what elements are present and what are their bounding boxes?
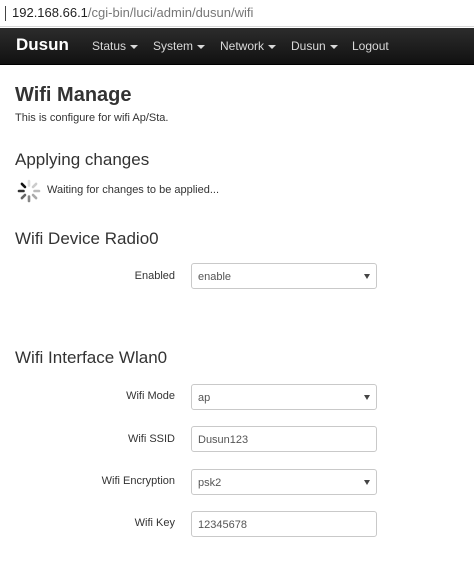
nav-network-menu[interactable]: Network [220, 39, 277, 53]
nav-system-menu[interactable]: System [153, 39, 206, 53]
loading-spinner-icon [17, 179, 41, 203]
wifi-ssid-label: Wifi SSID [127, 433, 175, 445]
nav-dusun-menu[interactable]: Dusun [291, 39, 338, 53]
wifi-mode-select[interactable]: ap [191, 384, 377, 410]
dropdown-arrow-icon [364, 274, 370, 279]
enabled-select-value: enable [198, 271, 232, 283]
text-cursor [5, 6, 6, 21]
wifi-ssid-input[interactable]: Dusun123 [191, 426, 377, 452]
page-title: Wifi Manage [15, 84, 132, 106]
wifi-key-label: Wifi Key [134, 517, 175, 529]
url-text[interactable]: 192.168.66.1/cgi-bin/luci/admin/dusun/wi… [12, 5, 253, 20]
wifi-encryption-select[interactable]: psk2 [191, 469, 377, 495]
wifi-encryption-label: Wifi Encryption [101, 475, 175, 487]
applying-heading: Applying changes [15, 150, 150, 169]
nav-dusun-label: Dusun [291, 39, 326, 53]
page-description: This is configure for wifi Ap/Sta. [15, 112, 169, 124]
wifi-mode-value: ap [198, 392, 211, 404]
dropdown-arrow-icon [364, 395, 370, 400]
chevron-down-icon [130, 44, 139, 49]
nav-logout-link[interactable]: Logout [352, 39, 389, 53]
chevron-down-icon [268, 44, 277, 49]
top-navbar: Dusun Status System Network Dusun Logout [0, 28, 474, 65]
nav-status-menu[interactable]: Status [92, 39, 139, 53]
url-path: /cgi-bin/luci/admin/dusun/wifi [87, 5, 254, 20]
nav-status-label: Status [92, 39, 127, 53]
chevron-down-icon [197, 44, 206, 49]
address-bar[interactable]: 192.168.66.1/cgi-bin/luci/admin/dusun/wi… [0, 0, 474, 27]
wifi-mode-label: Wifi Mode [126, 390, 175, 402]
nav-system-label: System [153, 39, 194, 53]
brand-logo[interactable]: Dusun [16, 35, 69, 55]
wifi-encryption-value: psk2 [198, 477, 222, 489]
interface-section-heading: Wifi Interface Wlan0 [15, 348, 168, 367]
url-host: 192.168.66.1 [12, 5, 88, 20]
applying-status-text: Waiting for changes to be applied... [47, 184, 220, 196]
chevron-down-icon [329, 44, 338, 49]
enabled-select[interactable]: enable [191, 263, 377, 289]
enabled-label: Enabled [134, 270, 175, 282]
dropdown-arrow-icon [364, 480, 370, 485]
nav-network-label: Network [220, 39, 265, 53]
wifi-key-input[interactable]: 12345678 [191, 511, 377, 537]
radio-section-heading: Wifi Device Radio0 [15, 229, 159, 248]
